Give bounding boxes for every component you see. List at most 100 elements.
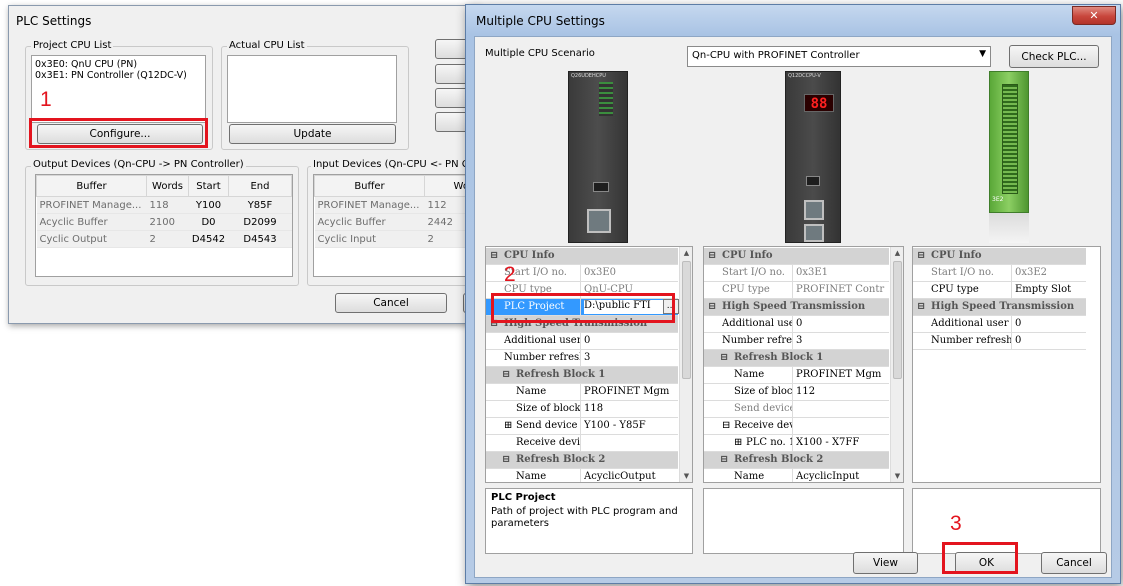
cpu3-property-grid[interactable]: ⊟ CPU Info Start I/O no. 0x3E2 CPU type Empty… <box>912 246 1101 483</box>
property-category[interactable]: ⊟ CPU Info <box>704 248 889 265</box>
collapse-icon[interactable]: ⊟ <box>917 301 925 312</box>
column-divider[interactable] <box>792 401 793 417</box>
column-divider[interactable] <box>580 435 581 451</box>
scroll-down-icon[interactable]: ▼ <box>891 472 903 480</box>
property-row[interactable]: ⊟ Receive device <box>704 418 889 435</box>
property-row[interactable]: CPU type PROFINET Contr <box>704 282 889 299</box>
column-divider[interactable] <box>792 282 793 298</box>
column-divider[interactable] <box>792 435 793 451</box>
property-row[interactable]: Name PROFINET Mgm <box>486 384 678 401</box>
check-plc-button[interactable]: Check PLC... <box>1009 45 1099 68</box>
column-divider[interactable] <box>580 350 581 366</box>
collapse-icon[interactable]: ⊟ <box>720 454 728 465</box>
collapse-icon[interactable]: ⊟ <box>490 250 498 261</box>
table-row[interactable]: PROFINET Manage... 112 <box>314 196 482 214</box>
project-cpu-listbox[interactable]: 0x3E0: QnU CPU (PN) 0x3E1: PN Controller… <box>31 55 206 123</box>
table-row[interactable]: PROFINET Manage... 118 Y100 Y85F <box>36 196 292 214</box>
property-row[interactable]: Number refresh b 3 <box>486 350 678 367</box>
column-divider[interactable] <box>580 265 581 281</box>
property-category[interactable]: ⊟ Refresh Block 1 <box>486 367 678 384</box>
property-category[interactable]: ⊟ High Speed Transmission <box>704 299 889 316</box>
property-row[interactable]: ⊞ PLC no. 1 (s X100 - X7FF <box>704 435 889 452</box>
column-divider[interactable] <box>792 384 793 400</box>
property-row[interactable]: Name AcyclicOutput <box>486 469 678 482</box>
column-divider[interactable] <box>580 384 581 400</box>
column-header[interactable]: Buffer <box>36 175 147 197</box>
update-button[interactable]: Update <box>229 124 396 144</box>
cpu2-property-grid[interactable]: ⊟ CPU Info Start I/O no. 0x3E1 CPU type PROFI… <box>703 246 904 483</box>
view-button[interactable]: View <box>853 552 918 574</box>
cpu2-scroll-thumb[interactable] <box>893 261 902 379</box>
property-row[interactable]: ⊞ Send device (s Y100 - Y85F <box>486 418 678 435</box>
plc-settings-title: PLC Settings <box>16 14 92 28</box>
property-row[interactable]: Size of block 112 <box>704 384 889 401</box>
cpu1-scroll-thumb[interactable] <box>682 261 691 379</box>
column-divider[interactable] <box>580 401 581 417</box>
property-row[interactable]: Start I/O no. 0x3E1 <box>704 265 889 282</box>
cpu1-scrollbar[interactable]: ▲ ▼ <box>679 247 692 482</box>
collapse-icon[interactable]: ⊟ <box>917 250 925 261</box>
property-category[interactable]: ⊟ Refresh Block 1 <box>704 350 889 367</box>
property-row[interactable]: Name PROFINET Mgm <box>704 367 889 384</box>
column-divider[interactable] <box>1011 282 1012 298</box>
expand-icon[interactable]: ⊞ <box>734 437 742 448</box>
column-header[interactable]: Words <box>146 175 189 197</box>
column-divider[interactable] <box>792 418 793 434</box>
property-row[interactable]: Send device (s <box>704 401 889 418</box>
table-row[interactable]: Cyclic Output 2 D4542 D4543 <box>36 230 292 248</box>
property-row[interactable]: CPU type Empty Slot <box>913 282 1086 299</box>
collapse-icon[interactable]: ⊟ <box>502 369 510 380</box>
project-cpu-item[interactable]: 0x3E1: PN Controller (Q12DC-V) <box>35 70 202 81</box>
property-category[interactable]: ⊟ Refresh Block 2 <box>704 452 889 469</box>
scroll-down-icon[interactable]: ▼ <box>680 472 692 480</box>
column-header[interactable]: Buffer <box>314 175 425 197</box>
plc-cancel-button[interactable]: Cancel <box>335 293 447 313</box>
property-row[interactable]: Number refresh b 3 <box>704 333 889 350</box>
column-divider[interactable] <box>792 265 793 281</box>
property-category[interactable]: ⊟ CPU Info <box>913 248 1086 265</box>
column-divider[interactable] <box>792 367 793 383</box>
collapse-icon[interactable]: ⊟ <box>708 250 716 261</box>
mcs-cancel-button[interactable]: Cancel <box>1041 552 1107 574</box>
column-divider[interactable] <box>580 469 581 482</box>
property-row[interactable]: Start I/O no. 0x3E2 <box>913 265 1086 282</box>
column-divider[interactable] <box>792 316 793 332</box>
column-divider[interactable] <box>580 333 581 349</box>
property-row[interactable]: Additional user a 0 <box>704 316 889 333</box>
close-button[interactable]: ✕ <box>1072 6 1116 25</box>
description-text: Path of project with PLC program and par… <box>491 506 678 529</box>
column-header[interactable]: Start <box>188 175 229 197</box>
collapse-icon[interactable]: ⊟ <box>722 420 730 431</box>
property-category[interactable]: ⊟ High Speed Transmission <box>913 299 1086 316</box>
table-row[interactable]: Acyclic Buffer 2100 D0 D2099 <box>36 213 292 231</box>
property-value: 112 <box>796 386 816 397</box>
property-category[interactable]: ⊟ Refresh Block 2 <box>486 452 678 469</box>
property-row[interactable]: Additional user a 0 <box>486 333 678 350</box>
collapse-icon[interactable]: ⊟ <box>708 301 716 312</box>
column-divider[interactable] <box>580 418 581 434</box>
cpu2-scrollbar[interactable]: ▲ ▼ <box>890 247 903 482</box>
property-row[interactable]: Number refresh b 0 <box>913 333 1086 350</box>
property-row[interactable]: Additional user a 0 <box>913 316 1086 333</box>
column-divider[interactable] <box>792 333 793 349</box>
property-row[interactable]: Name AcyclicInput <box>704 469 889 482</box>
column-divider[interactable] <box>1011 316 1012 332</box>
scroll-up-icon[interactable]: ▲ <box>680 249 692 257</box>
table-row[interactable]: Acyclic Buffer 2442 <box>314 213 482 231</box>
column-header[interactable]: End <box>228 175 292 197</box>
property-row[interactable]: Size of block 118 <box>486 401 678 418</box>
project-cpu-item[interactable]: 0x3E0: QnU CPU (PN) <box>35 59 202 70</box>
property-row[interactable]: Receive device <box>486 435 678 452</box>
column-divider[interactable] <box>1011 333 1012 349</box>
cpu1-property-grid[interactable]: ⊟ CPU Info Start I/O no. 0x3E0 CPU type QnU-C… <box>485 246 693 483</box>
scenario-select[interactable]: Qn-CPU with PROFINET Controller ▼ <box>687 46 991 67</box>
column-divider[interactable] <box>792 469 793 482</box>
actual-cpu-listbox[interactable] <box>227 55 397 123</box>
scroll-up-icon[interactable]: ▲ <box>891 249 903 257</box>
collapse-icon[interactable]: ⊟ <box>720 352 728 363</box>
table-row[interactable]: Cyclic Input 2 <box>314 230 482 248</box>
expand-icon[interactable]: ⊞ <box>504 420 512 431</box>
collapse-icon[interactable]: ⊟ <box>502 454 510 465</box>
input-devices-label: Input Devices (Qn-CPU <- PN Cont <box>311 159 488 170</box>
column-divider[interactable] <box>1011 265 1012 281</box>
